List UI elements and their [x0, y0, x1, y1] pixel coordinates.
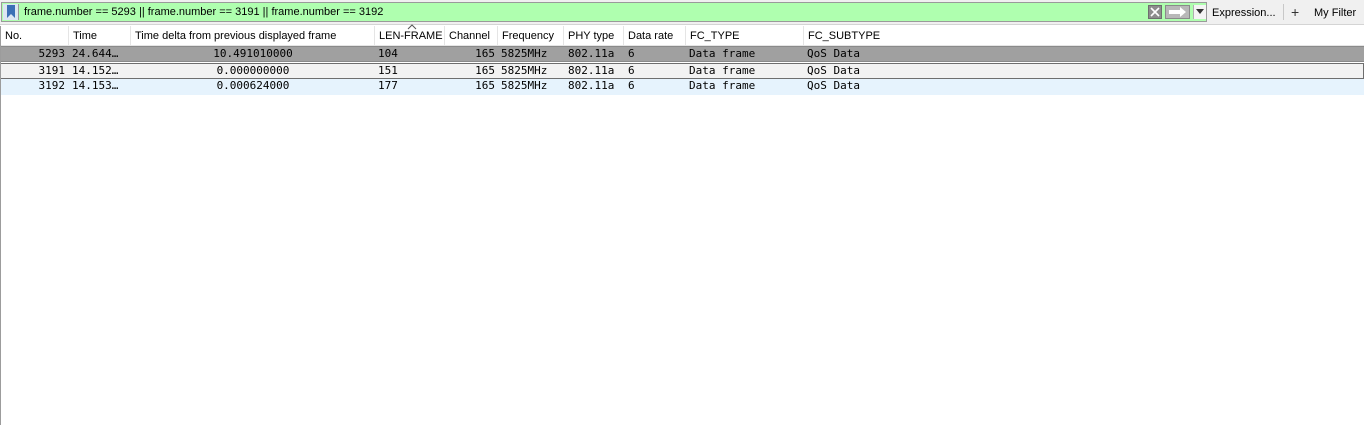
cell-data-rate: 6: [628, 79, 635, 92]
cell-channel: 165: [475, 64, 495, 77]
cell-time: 14.152…: [72, 64, 119, 77]
cell-time: 24.644…: [72, 47, 119, 60]
filter-expression-text[interactable]: frame.number == 5293 || frame.number == …: [24, 5, 383, 19]
cell-fc-subtype: QoS Data: [807, 47, 860, 60]
cell-fc-type: Data frame: [689, 47, 756, 60]
packet-row[interactable]: 3192 14.153… 0.000624000 177 165 5825MHz…: [1, 79, 1364, 95]
cell-len-frame: 151: [378, 64, 398, 77]
cell-len-frame: 104: [378, 47, 398, 60]
cell-phy-type: 802.11a: [568, 64, 615, 77]
cell-data-rate: 6: [628, 64, 635, 77]
cell-len-frame: 177: [378, 79, 398, 92]
packet-row-selected[interactable]: 5293 24.644… 10.491010000 104 165 5825MH…: [1, 46, 1364, 62]
column-header-frequency[interactable]: Frequency: [498, 26, 564, 46]
display-filter-input[interactable]: frame.number == 5293 || frame.number == …: [1, 2, 1207, 22]
column-header-channel[interactable]: Channel: [445, 26, 498, 46]
packet-list-header: No. Time Time delta from previous displa…: [1, 24, 1364, 46]
cell-frequency: 5825MHz: [501, 79, 548, 92]
cell-channel: 165: [475, 47, 495, 60]
cell-fc-subtype: QoS Data: [807, 64, 860, 77]
clear-filter-icon[interactable]: [1148, 5, 1162, 19]
expression-button[interactable]: Expression...: [1212, 6, 1276, 20]
column-header-fc-subtype[interactable]: FC_SUBTYPE: [804, 26, 1364, 46]
cell-phy-type: 802.11a: [568, 47, 615, 60]
cell-time-delta: 0.000624000: [216, 79, 290, 92]
display-filter-toolbar: frame.number == 5293 || frame.number == …: [0, 0, 1364, 25]
column-header-fc-type[interactable]: FC_TYPE: [686, 26, 804, 46]
cell-no: 3191: [38, 64, 66, 77]
cell-phy-type: 802.11a: [568, 79, 615, 92]
packet-list[interactable]: No. Time Time delta from previous displa…: [0, 24, 1364, 425]
cell-time-delta: 10.491010000: [213, 47, 293, 60]
cell-fc-type: Data frame: [689, 64, 756, 77]
sort-ascending-icon: [407, 24, 417, 30]
cell-frequency: 5825MHz: [501, 47, 548, 60]
cell-no: 5293: [38, 47, 66, 60]
column-header-time-delta[interactable]: Time delta from previous displayed frame: [131, 26, 375, 46]
add-filter-button[interactable]: +: [1291, 4, 1299, 20]
cell-channel: 165: [475, 79, 495, 92]
apply-filter-arrow-icon[interactable]: [1165, 5, 1190, 19]
column-header-phy-type[interactable]: PHY type: [564, 26, 624, 46]
toolbar-separator: [1283, 4, 1284, 20]
cell-time: 14.153…: [72, 79, 119, 92]
cell-fc-type: Data frame: [689, 79, 756, 92]
my-filter-button[interactable]: My Filter: [1314, 6, 1356, 20]
cell-data-rate: 6: [628, 47, 635, 60]
cell-time-delta: 0.000000000: [216, 64, 290, 77]
column-header-no[interactable]: No.: [1, 26, 69, 46]
bookmark-icon[interactable]: [3, 4, 19, 20]
filter-history-dropdown-icon[interactable]: [1193, 5, 1206, 19]
cell-fc-subtype: QoS Data: [807, 79, 860, 92]
column-header-data-rate[interactable]: Data rate: [624, 26, 686, 46]
packet-row[interactable]: 3191 14.152… 0.000000000 151 165 5825MHz…: [1, 63, 1364, 79]
column-header-time[interactable]: Time: [69, 26, 131, 46]
cell-frequency: 5825MHz: [501, 64, 548, 77]
cell-no: 3192: [38, 79, 66, 92]
